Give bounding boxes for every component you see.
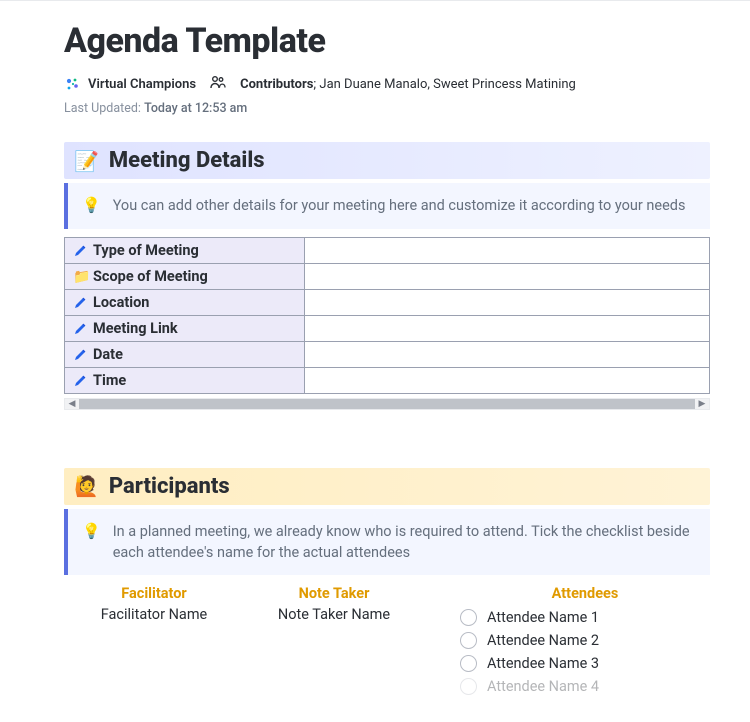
contributors-label: Contributors <box>240 77 313 92</box>
detail-value-cell[interactable] <box>305 315 710 341</box>
notepad-icon: 📝 <box>74 149 99 173</box>
attendees-head: Attendees <box>460 585 710 602</box>
pencil-icon <box>73 348 89 362</box>
list-item: Attendee Name 4 <box>460 675 710 698</box>
participants-tip: 💡 In a planned meeting, we already know … <box>64 509 710 575</box>
folder-icon: 📁 <box>73 269 89 285</box>
detail-label: Time <box>93 372 126 389</box>
horizontal-scrollbar[interactable]: ◀ ▶ <box>64 398 710 410</box>
lightbulb-icon: 💡 <box>82 521 101 543</box>
detail-label-cell: 📁Scope of Meeting <box>65 263 305 289</box>
raising-hand-icon: 🙋 <box>74 474 99 498</box>
notetaker-column: Note Taker Note Taker Name <box>244 585 424 698</box>
notetaker-head: Note Taker <box>244 585 424 602</box>
participants-section: 🙋 Participants 💡 In a planned meeting, w… <box>64 468 710 698</box>
attendee-checkbox[interactable] <box>460 655 477 672</box>
meeting-details-table-wrap: Type of Meeting📁Scope of MeetingLocation… <box>64 237 710 410</box>
table-row: Date <box>65 341 710 367</box>
page-title[interactable]: Agenda Template <box>64 21 710 61</box>
participants-heading: Participants <box>109 474 230 499</box>
detail-label: Type of Meeting <box>93 242 199 259</box>
detail-value-cell[interactable] <box>305 289 710 315</box>
last-updated-label: Last Updated: <box>64 101 141 116</box>
pencil-icon <box>73 322 89 336</box>
detail-label: Location <box>93 294 149 311</box>
detail-value-cell[interactable] <box>305 237 710 263</box>
meeting-details-tip-text: You can add other details for your meeti… <box>113 195 686 216</box>
last-updated-value: Today at 12:53 am <box>144 101 247 116</box>
meeting-details-heading: Meeting Details <box>109 148 265 173</box>
table-row: Type of Meeting <box>65 237 710 263</box>
detail-label-cell: Location <box>65 289 305 315</box>
meeting-details-tip: 💡 You can add other details for your mee… <box>64 183 710 229</box>
roles-row: Facilitator Facilitator Name Note Taker … <box>64 585 710 698</box>
list-item: Attendee Name 1 <box>460 606 710 629</box>
attendees-list: Attendee Name 1 Attendee Name 2 Attendee N… <box>460 606 710 698</box>
scroll-left-arrow-icon[interactable]: ◀ <box>65 399 79 409</box>
pencil-icon <box>73 244 89 258</box>
attendee-checkbox[interactable] <box>460 632 477 649</box>
detail-value-cell[interactable] <box>305 367 710 393</box>
detail-label-cell: Meeting Link <box>65 315 305 341</box>
attendee-name[interactable]: Attendee Name 4 <box>487 678 599 695</box>
page-root: Agenda Template Virtual Champions <box>0 1 750 698</box>
scroll-track[interactable] <box>79 399 695 409</box>
list-item: Attendee Name 3 <box>460 652 710 675</box>
attendee-name[interactable]: Attendee Name 1 <box>487 609 599 626</box>
meta-row: Virtual Champions Contributors; Jan Duan… <box>64 75 710 93</box>
detail-value-cell[interactable] <box>305 263 710 289</box>
table-row: Time <box>65 367 710 393</box>
detail-label-cell: Time <box>65 367 305 393</box>
table-row: Meeting Link <box>65 315 710 341</box>
detail-label: Date <box>93 346 123 363</box>
attendee-checkbox[interactable] <box>460 678 477 695</box>
table-row: Location <box>65 289 710 315</box>
detail-label-cell: Type of Meeting <box>65 237 305 263</box>
pencil-icon <box>73 374 89 388</box>
detail-label: Meeting Link <box>93 320 178 337</box>
attendee-checkbox[interactable] <box>460 609 477 626</box>
contributors: Contributors; Jan Duane Manalo, Sweet Pr… <box>240 77 576 92</box>
facilitator-column: Facilitator Facilitator Name <box>64 585 244 698</box>
detail-value-cell[interactable] <box>305 341 710 367</box>
pencil-icon <box>73 296 89 310</box>
attendee-name[interactable]: Attendee Name 3 <box>487 655 599 672</box>
scroll-right-arrow-icon[interactable]: ▶ <box>695 399 709 409</box>
table-row: 📁Scope of Meeting <box>65 263 710 289</box>
section-header-meeting-details: 📝 Meeting Details <box>64 142 710 179</box>
org-logo-icon <box>64 76 80 92</box>
list-item: Attendee Name 2 <box>460 629 710 652</box>
attendees-column: Attendees Attendee Name 1 Attendee Name 2… <box>424 585 710 698</box>
lightbulb-icon: 💡 <box>82 195 101 217</box>
facilitator-name[interactable]: Facilitator Name <box>64 606 244 623</box>
facilitator-head: Facilitator <box>64 585 244 602</box>
section-header-participants: 🙋 Participants <box>64 468 710 505</box>
detail-label-cell: Date <box>65 341 305 367</box>
notetaker-name[interactable]: Note Taker Name <box>244 606 424 623</box>
meeting-details-table: Type of Meeting📁Scope of MeetingLocation… <box>64 237 710 394</box>
last-updated: Last Updated: Today at 12:53 am <box>64 101 710 116</box>
contributors-names: Jan Duane Manalo, Sweet Princess Matinin… <box>319 77 575 92</box>
detail-label: Scope of Meeting <box>93 268 208 285</box>
org-chip[interactable]: Virtual Champions <box>64 76 196 92</box>
org-name: Virtual Champions <box>88 77 196 92</box>
participants-tip-text: In a planned meeting, we already know wh… <box>113 521 696 563</box>
attendee-name[interactable]: Attendee Name 2 <box>487 632 599 649</box>
contributors-icon <box>210 75 226 93</box>
